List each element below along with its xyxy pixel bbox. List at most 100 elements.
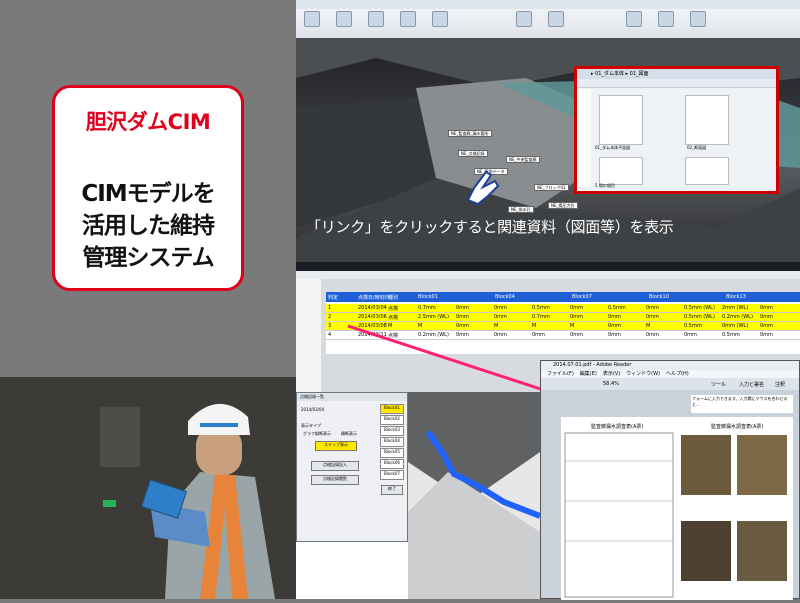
grid-header-cell[interactable]: 判定 [328,294,338,301]
link-tool-icon[interactable] [516,11,532,27]
table-cell[interactable]: 0mm [608,314,621,320]
block-button[interactable]: Block02 [380,415,404,425]
option-cross[interactable]: 横断表示 [341,431,357,437]
table-cell[interactable]: 0.5mm [722,332,740,338]
table-cell[interactable]: 0mm [760,323,773,329]
step-display-button[interactable]: ステップ表示 [315,441,357,451]
explorer-address-bar[interactable]: ▸ 01_ダム本体 ▸ 01_図面 [577,69,776,79]
block-button[interactable]: Block03 [380,426,404,436]
table-cell[interactable]: 0mm [608,323,621,329]
table-cell[interactable]: 4 [328,332,331,338]
comment-button[interactable]: 注釈 [775,381,785,388]
table-cell[interactable]: 1 [328,305,331,311]
table-cell[interactable]: 2mm (WL) [722,305,748,311]
table-cell[interactable]: M [646,323,650,329]
date-field[interactable]: 2014/03/04 [301,407,324,412]
table-cell[interactable]: 0.5mm [684,323,702,329]
table-cell[interactable]: 0mm [456,305,469,311]
table-cell[interactable]: 0.5mm [532,305,550,311]
block-button[interactable]: Block04 [380,437,404,447]
table-cell[interactable]: 0.5mm [608,305,626,311]
caption-text: 「リンク」をクリックすると関連資料（図面等）を表示 [306,218,674,236]
table-cell[interactable]: 0mm [684,332,697,338]
option-graph[interactable]: グラフ縦断表示 [303,431,331,437]
model-label[interactable]: NE_排水孔 [508,206,534,213]
menu-edit[interactable]: 編集(E) [580,370,597,378]
gallery-3d-view[interactable] [408,392,542,599]
subtitle-line-3: 管理システム [82,245,214,271]
table-cell[interactable]: 0.2mm (WL) [722,314,753,320]
sheet-title-left: 監査廊漏水調査表(A票) [591,424,644,430]
model-label[interactable]: NE_ブロック02 [534,184,569,191]
table-cell[interactable]: 0mm (WL) [722,323,748,329]
table-cell[interactable]: 0mm [608,332,621,338]
grid-header-cell[interactable]: Block07 [572,294,592,300]
close-button[interactable]: 終了 [381,485,403,495]
tools-button[interactable]: ツール [711,381,726,388]
block-button[interactable]: Block01 [380,404,404,414]
fill-sign-button[interactable]: 入力と署名 [739,381,764,388]
drawing-thumbnail[interactable] [685,157,729,185]
grid-header-cell[interactable]: Block13 [726,294,746,300]
explorer-status: 5 個の項目 [595,183,615,188]
model-label[interactable]: NE_監査廊_漏水箇所 [448,130,492,137]
table-cell[interactable]: 0mm [494,305,507,311]
window-menu-bar[interactable] [296,271,800,279]
table-cell[interactable]: 0mm [646,332,659,338]
model-label[interactable]: NE_点検記録 [458,150,488,157]
block-button[interactable]: Block05 [380,448,404,458]
drawing-thumbnail[interactable] [599,157,643,185]
record-view-button[interactable]: 点検記録閲覧 [311,475,359,485]
table-cell[interactable]: 2 [328,314,331,320]
table-cell[interactable]: 0mm [646,314,659,320]
drawing-thumbnail[interactable] [599,95,643,145]
block-button[interactable]: Block06 [380,459,404,469]
left-nav-pane[interactable] [296,279,321,392]
table-cell[interactable]: 点検 [388,305,398,312]
form-lower-area [296,542,408,599]
record-entry-button[interactable]: 点検記録記入 [311,461,359,471]
measure-tool-icon[interactable] [368,11,384,27]
menu-file[interactable]: ファイル(F) [547,370,574,378]
table-cell[interactable]: 0.7mm [418,305,436,311]
table-cell[interactable]: 0mm [570,305,583,311]
explorer-window[interactable]: ▸ 01_ダム本体 ▸ 01_図面 01_ダム本体平面図 02_断面図 5 個の… [574,66,779,194]
grid-header-cell[interactable]: Block01 [418,294,438,300]
table-cell[interactable]: 0mm [646,305,659,311]
view-tool-icon[interactable] [432,11,448,27]
block-button[interactable]: Block07 [380,470,404,480]
table-cell[interactable]: 0.5mm (WL) [684,314,715,320]
file-name[interactable]: 02_断面図 [687,145,706,151]
form-notice: フォームに入力できます。入力欄にマウスを合わせると... [691,395,793,413]
grid-header-cell[interactable]: Block04 [495,294,515,300]
explorer-menu[interactable] [577,79,776,88]
menu-window[interactable]: ウィンドウ(W) [626,370,660,378]
table-cell[interactable]: 2014/03/04 [358,305,387,311]
table-cell[interactable]: 0.5mm (WL) [684,305,715,311]
model-label[interactable]: NE_揚圧力計 [548,202,578,209]
home-tool-icon[interactable] [304,11,320,27]
table-cell[interactable]: 3 [328,323,331,329]
select-tool-icon[interactable] [336,11,352,27]
grid-header-cell[interactable]: 種別 [388,294,398,301]
zoom-level[interactable]: 58.4% [603,381,619,387]
timeliner-tool-icon[interactable] [658,11,674,27]
section-tool-icon[interactable] [400,11,416,27]
subtitle-line-2: 活用した維持 [82,213,215,239]
explorer-nav-pane[interactable] [577,89,591,187]
ribbon-tabs[interactable] [296,0,800,9]
caption-bar: 「リンク」をクリックすると関連資料（図面等）を表示 [306,216,716,242]
table-cell[interactable]: 0mm [760,332,773,338]
file-name[interactable]: 01_ダム本体平面図 [595,145,630,151]
render-tool-icon[interactable] [548,11,564,27]
animator-tool-icon[interactable] [690,11,706,27]
grid-header-cell[interactable]: Block10 [649,294,669,300]
menu-help[interactable]: ヘルプ(H) [666,370,689,378]
table-cell[interactable]: 0mm [760,314,773,320]
drawing-thumbnail[interactable] [685,95,729,145]
clash-tool-icon[interactable] [626,11,642,27]
grid-header-cell[interactable]: 点検日/時刻日 [358,294,390,301]
model-label[interactable]: NE_中央監査廊 [506,156,540,163]
menu-view[interactable]: 表示(V) [603,370,620,378]
table-cell[interactable]: 0mm [760,305,773,311]
